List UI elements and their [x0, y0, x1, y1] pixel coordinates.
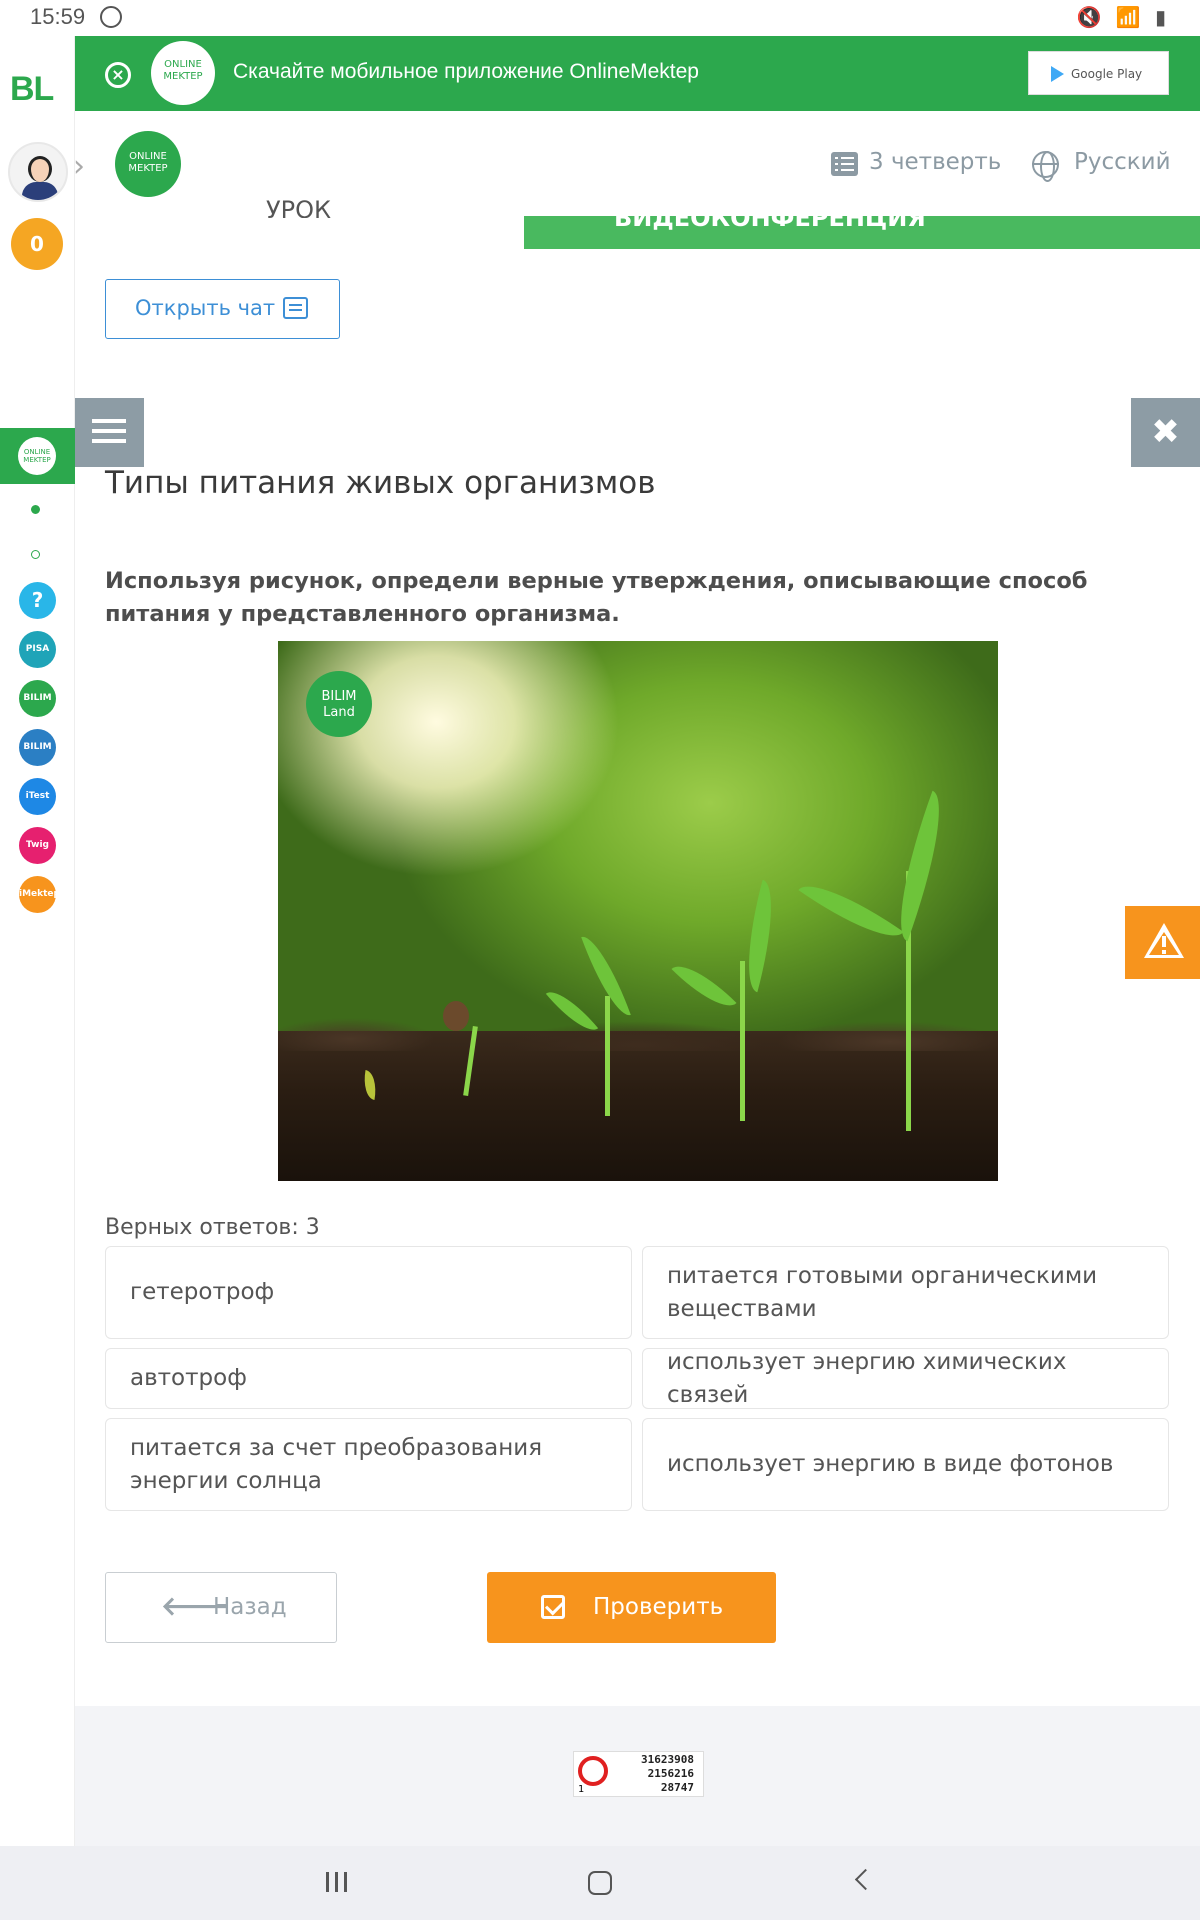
option-ready-organics[interactable]: питается готовыми органическими вещества…: [642, 1246, 1169, 1339]
check-label: Проверить: [593, 1594, 724, 1620]
open-chat-button[interactable]: Открыть чат: [105, 279, 340, 339]
status-bar: 15:59 🔇 📶 ▮: [0, 0, 1200, 36]
task-title: Типы питания живых организмов: [105, 465, 656, 501]
option-solar-energy[interactable]: питается за счет преобразования энергии …: [105, 1418, 632, 1511]
sidebar-item-onlinemektep[interactable]: ONLINE MEKTEP: [0, 428, 75, 484]
home-icon[interactable]: [588, 1871, 612, 1895]
soil: [278, 991, 998, 1181]
google-play-label: Google Play: [1071, 67, 1143, 81]
page-header: › ONLINE MEKTEP 3 четверть Русский: [73, 111, 1200, 215]
status-time: 15:59: [30, 4, 86, 29]
whatsapp-icon: [100, 6, 122, 28]
google-play-button[interactable]: Google Play: [1028, 51, 1169, 95]
step-dot-2[interactable]: [31, 550, 40, 559]
task-question: Используя рисунок, определи верные утвер…: [105, 568, 1088, 627]
status-icons: 🔇 📶 ▮: [1076, 5, 1170, 29]
bilimland-badge: BILIM Land: [306, 671, 372, 737]
sidebar-app-imektep-icon[interactable]: iMektep: [19, 876, 60, 913]
onlinemektep-mini-icon: ONLINE MEKTEP: [18, 437, 56, 475]
menu-button[interactable]: [75, 398, 144, 467]
close-task-button[interactable]: ✖: [1131, 398, 1200, 467]
counter-numbers: 31623908 2156216 28747: [641, 1753, 694, 1794]
sidebar-app-itest-icon[interactable]: iTest: [19, 778, 56, 815]
coins-badge[interactable]: 0: [11, 218, 63, 270]
option-heterotroph[interactable]: гетеротроф: [105, 1246, 632, 1339]
bl-logo[interactable]: BL: [10, 70, 54, 109]
report-problem-button[interactable]: [1125, 906, 1200, 979]
lesson-label-cropped: УРОК: [266, 196, 332, 218]
answers-count: Верных ответов: 3: [105, 1215, 320, 1240]
hamburger-icon: [92, 419, 126, 423]
sidebar-app-bilimland-icon[interactable]: BILIM Land: [19, 680, 56, 740]
videoconference-label: ВИДЕОКОНФЕРЕНЦИЯ: [614, 216, 926, 232]
quarter-selector[interactable]: 3 четверть: [830, 149, 1001, 175]
checkbox-icon: [541, 1595, 565, 1619]
language-selector[interactable]: Русский: [1074, 149, 1171, 175]
chevron-right-icon[interactable]: ›: [73, 149, 85, 184]
sidebar-app-help-icon[interactable]: ?: [19, 582, 56, 619]
videoconference-button[interactable]: ВИДЕОКОНФЕРЕНЦИЯ: [524, 216, 1200, 249]
avatar-face-icon: [28, 156, 52, 182]
option-chemical-energy[interactable]: использует энергию химических связей: [642, 1348, 1169, 1409]
system-nav-bar: [0, 1846, 1200, 1920]
option-autotroph[interactable]: автотроф: [105, 1348, 632, 1409]
sidebar: BL 0 ONLINE MEKTEP ? PISA BILIM LandBILIM …: [0, 36, 75, 1846]
google-play-icon: [1051, 66, 1064, 82]
option-photon-energy[interactable]: использует энергию в виде фотонов: [642, 1418, 1169, 1511]
recents-icon[interactable]: [326, 1872, 348, 1892]
onlinemektep-logo: ONLINE MEKTEP: [151, 41, 215, 105]
app-download-banner: × ONLINE MEKTEP Скачайте мобильное прило…: [75, 36, 1200, 111]
back-button[interactable]: 🡐 Назад: [105, 1572, 337, 1643]
sidebar-app-pisa-icon[interactable]: PISA: [19, 631, 56, 668]
sidebar-app-bilimbook-icon[interactable]: BILIM Book: [19, 729, 56, 789]
chat-icon: [283, 297, 308, 319]
seedlings-image: BILIM Land: [278, 641, 998, 1181]
open-chat-label: Открыть чат: [135, 296, 276, 320]
header-logo[interactable]: ONLINE MEKTEP: [115, 131, 181, 197]
back-nav-icon[interactable]: [854, 1868, 877, 1891]
step-dot-1[interactable]: [31, 505, 40, 514]
user-avatar[interactable]: [8, 142, 68, 202]
seed: [443, 1001, 469, 1031]
counter-corner: 1: [578, 1784, 585, 1795]
avatar-body-icon: [22, 182, 58, 200]
arrow-left-icon: 🡐: [161, 1592, 231, 1622]
counter-logo-icon: [578, 1756, 608, 1786]
globe-icon: [1032, 151, 1059, 182]
close-banner-icon[interactable]: ×: [105, 62, 131, 88]
sidebar-app-twig-icon[interactable]: Twig: [19, 827, 56, 864]
check-button[interactable]: Проверить: [487, 1572, 776, 1643]
visit-counter[interactable]: 1 31623908 2156216 28747: [573, 1751, 704, 1797]
banner-text: Скачайте мобильное приложение OnlineMekt…: [233, 60, 699, 83]
